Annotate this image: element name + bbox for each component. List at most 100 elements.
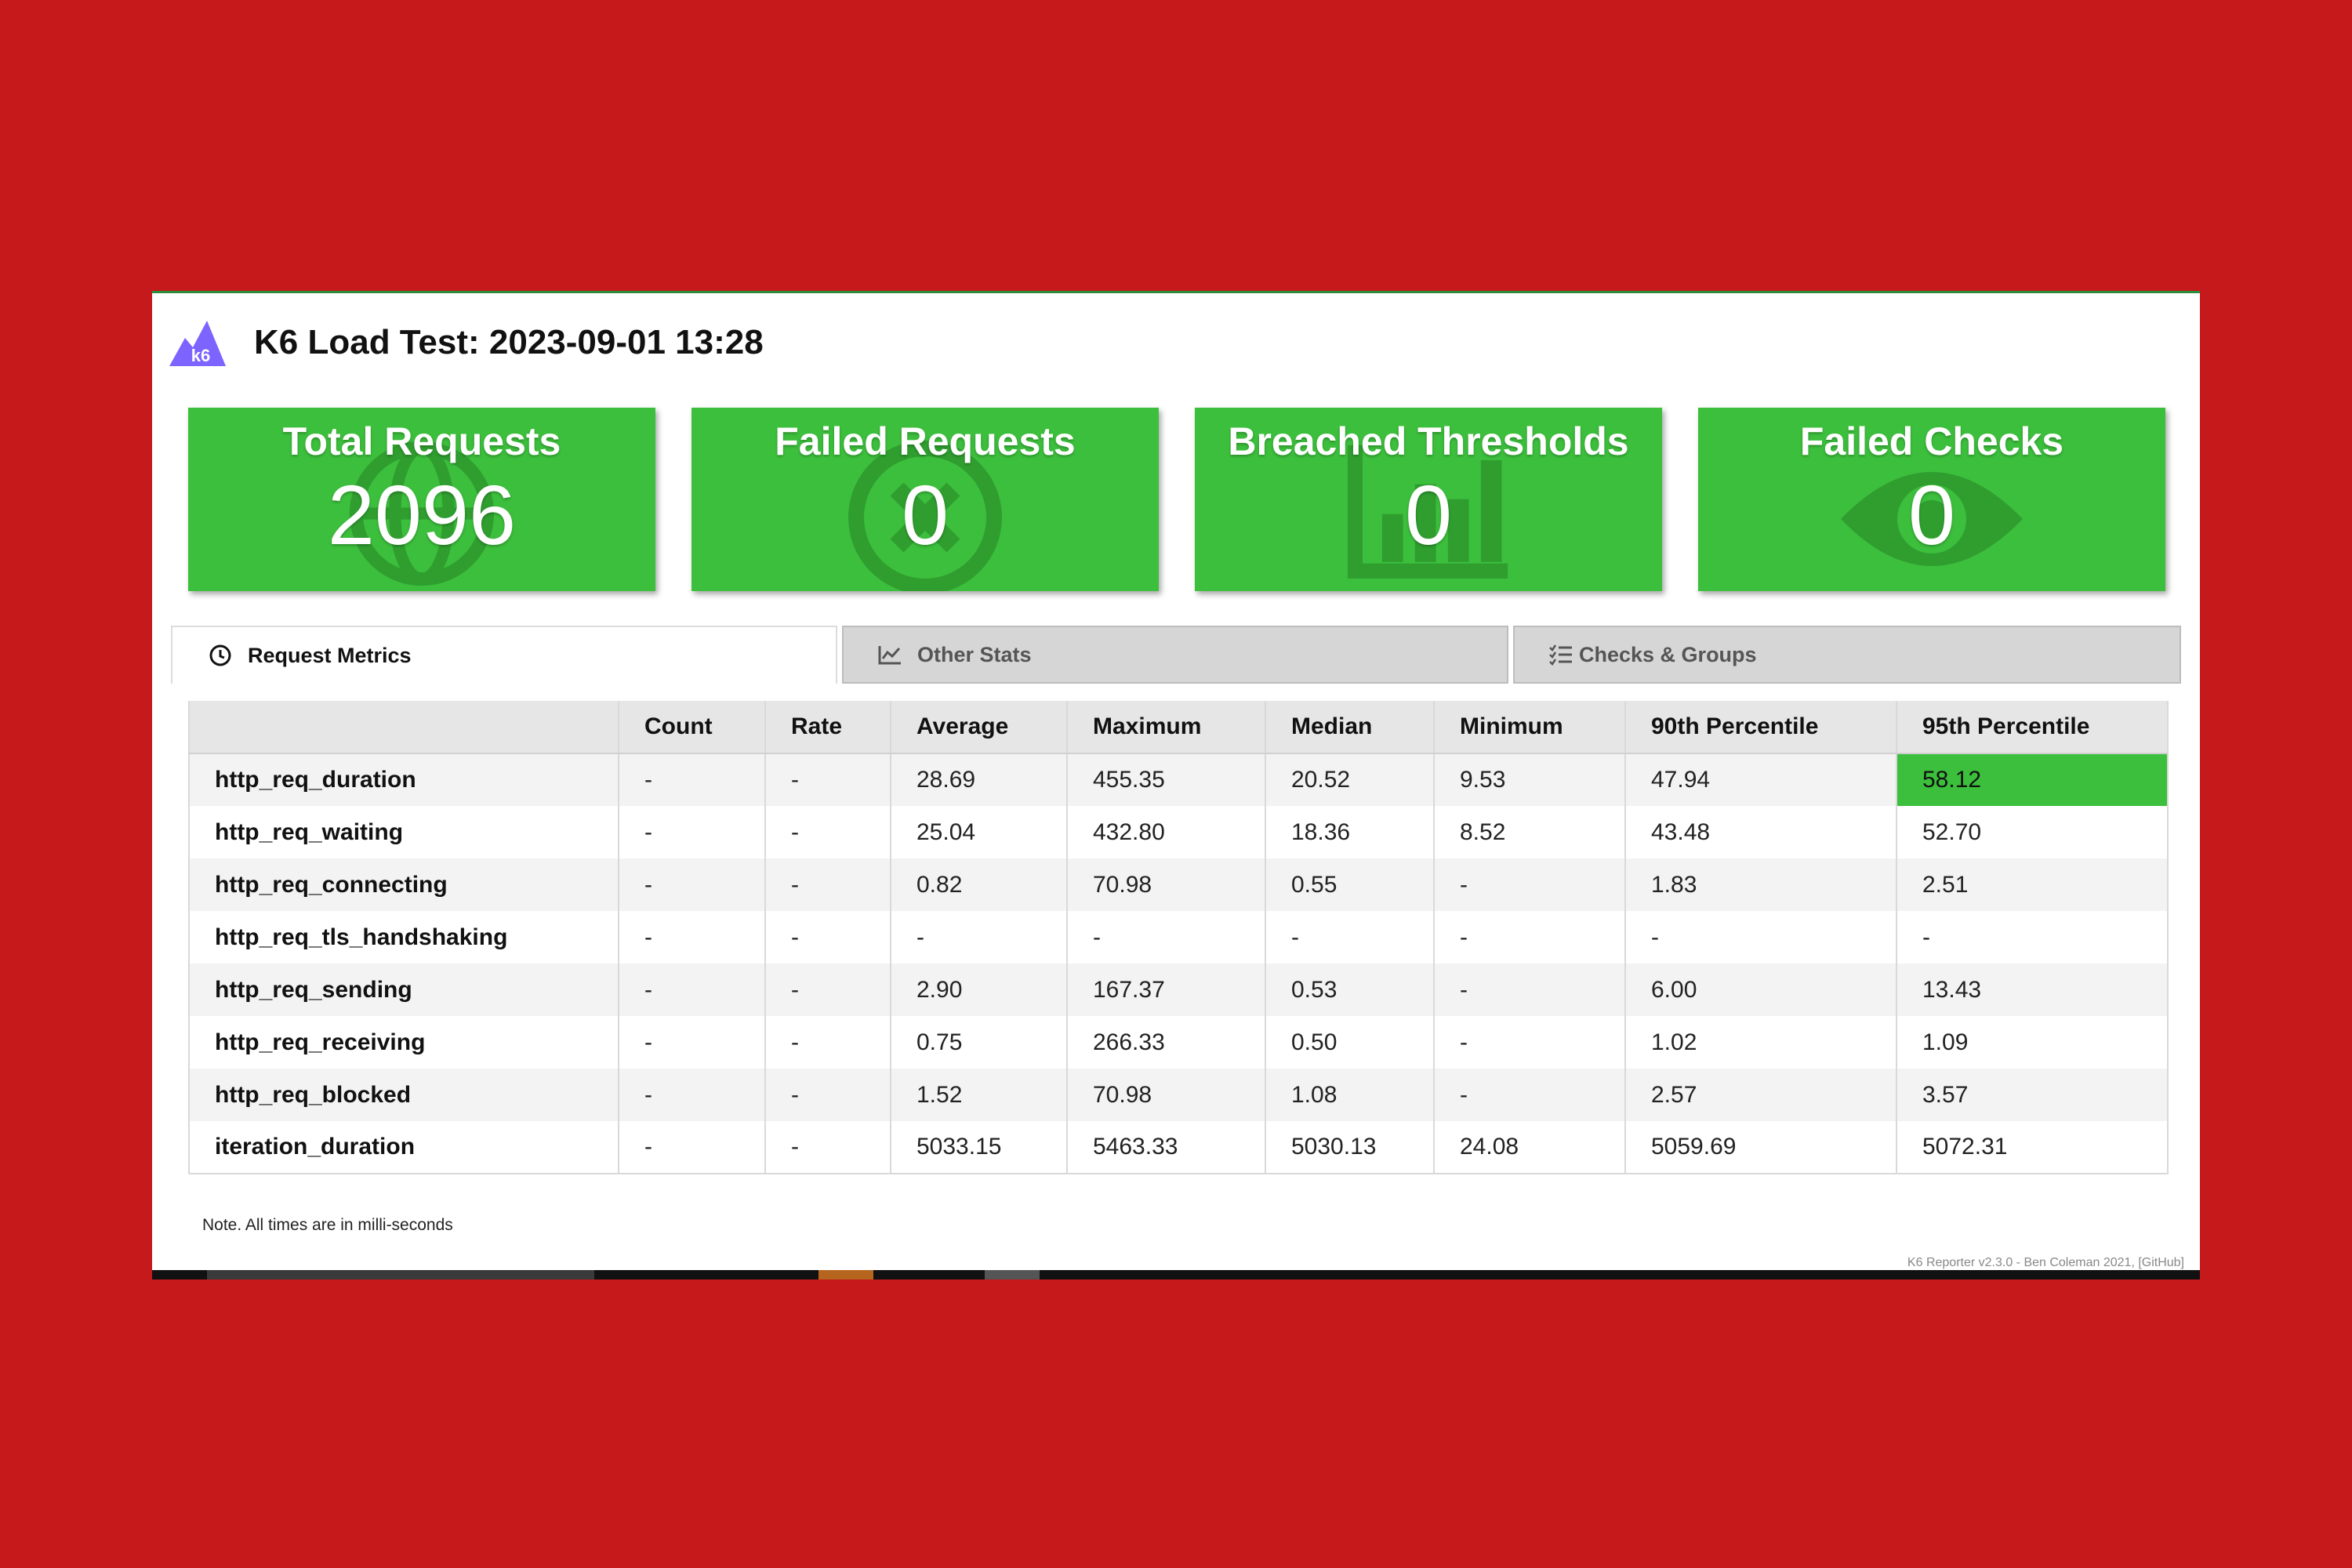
metric-value-cell: 43.48 <box>1624 806 1897 858</box>
metric-value-cell: - <box>1896 911 2169 964</box>
metric-value-cell: 5030.13 <box>1265 1121 1435 1174</box>
metric-value-cell: - <box>764 1016 891 1069</box>
tasks-icon <box>1549 644 1572 666</box>
metric-value-cell: 1.52 <box>890 1069 1068 1121</box>
table-row: http_req_sending - -2.90 167.37 0.53-6.00 13.… <box>188 964 2169 1016</box>
metric-value-cell: - <box>764 1121 891 1174</box>
tab-request-metrics[interactable]: Request Metrics <box>171 626 837 684</box>
metric-value-cell: 70.98 <box>1066 1069 1266 1121</box>
metric-value-cell: 8.52 <box>1433 806 1626 858</box>
metric-value-cell: 6.00 <box>1624 964 1897 1016</box>
metric-value-cell: 0.50 <box>1265 1016 1435 1069</box>
tab-label: Request Metrics <box>248 643 412 667</box>
column-header: Average <box>890 701 1068 754</box>
metric-name-cell: http_req_duration <box>188 753 619 806</box>
metric-name-cell: http_req_tls_handshaking <box>188 911 619 964</box>
metric-value-cell: 20.52 <box>1265 753 1435 806</box>
metric-value-cell: 0.53 <box>1265 964 1435 1016</box>
metric-value-cell: - <box>618 1016 766 1069</box>
card-value: 0 <box>901 467 949 562</box>
metric-value-cell: 2.57 <box>1624 1069 1897 1121</box>
request-metrics-table: Count Rate Average Maximum Median Minimum 90th… <box>188 701 2169 1174</box>
k6-logo-icon: k6 <box>169 321 226 366</box>
column-header: Median <box>1265 701 1435 754</box>
metric-value-cell: 25.04 <box>890 806 1068 858</box>
metric-value-cell: - <box>764 1069 891 1121</box>
report-header: k6 K6 Load Test: 2023-09-01 13:28 <box>169 315 764 370</box>
metric-value-cell: 28.69 <box>890 753 1068 806</box>
card-title: Breached Thresholds <box>1228 419 1629 463</box>
metric-value-cell: - <box>764 806 891 858</box>
metric-value-cell: 5059.69 <box>1624 1121 1897 1174</box>
metric-value-cell: 1.02 <box>1624 1016 1897 1069</box>
card-value: 0 <box>1404 467 1453 562</box>
metric-value-cell: 3.57 <box>1896 1069 2169 1121</box>
metric-name-cell: iteration_duration <box>188 1121 619 1174</box>
table-row: http_req_blocked - -1.52 70.98 1.08-2.57 3.57 <box>188 1069 2169 1121</box>
report-panel: k6 K6 Load Test: 2023-09-01 13:28 Total … <box>152 291 2200 1277</box>
metric-value-cell: 70.98 <box>1066 858 1266 911</box>
metric-value-cell: - <box>618 806 766 858</box>
metric-value-cell: 58.12 <box>1896 753 2169 806</box>
card-value: 0 <box>1907 467 1956 562</box>
tab-label: Checks & Groups <box>1579 642 1757 666</box>
metric-value-cell: - <box>1433 1069 1626 1121</box>
card-total-requests: Total Requests 2096 <box>188 408 655 591</box>
card-title: Failed Checks <box>1799 419 2064 463</box>
table-row: http_req_receiving - -0.75 266.33 0.50-1.02 1… <box>188 1016 2169 1069</box>
metric-value-cell: 266.33 <box>1066 1016 1266 1069</box>
tab-label: Other Stats <box>917 642 1032 666</box>
metric-value-cell: - <box>1433 1016 1626 1069</box>
table-body: http_req_duration - -28.69 455.35 20.52 9.53 4… <box>188 753 2169 1174</box>
metric-value-cell: 1.83 <box>1624 858 1897 911</box>
metric-name-cell: http_req_blocked <box>188 1069 619 1121</box>
chart-line-icon <box>878 646 901 665</box>
metric-value-cell: 24.08 <box>1433 1121 1626 1174</box>
metric-value-cell: 0.55 <box>1265 858 1435 911</box>
metric-value-cell: - <box>618 1121 766 1174</box>
card-value: 2096 <box>327 467 517 562</box>
metric-value-cell: 13.43 <box>1896 964 2169 1016</box>
metric-value-cell: - <box>618 911 766 964</box>
metric-value-cell: - <box>1066 911 1266 964</box>
metric-value-cell: - <box>764 753 891 806</box>
metric-value-cell: 0.75 <box>890 1016 1068 1069</box>
metric-name-cell: http_req_receiving <box>188 1016 619 1069</box>
metric-value-cell: 5463.33 <box>1066 1121 1266 1174</box>
metric-value-cell: 52.70 <box>1896 806 2169 858</box>
tab-checks-groups[interactable]: Checks & Groups <box>1513 626 2181 684</box>
clock-icon <box>209 644 231 666</box>
taskbar-strip <box>152 1270 2200 1279</box>
metric-value-cell: - <box>1433 858 1626 911</box>
metric-value-cell: - <box>764 911 891 964</box>
metric-value-cell: 432.80 <box>1066 806 1266 858</box>
card-title: Total Requests <box>282 419 561 463</box>
metric-value-cell: - <box>890 911 1068 964</box>
metric-name-cell: http_req_sending <box>188 964 619 1016</box>
card-breached-thresholds: Breached Thresholds 0 <box>1195 408 1662 591</box>
card-failed-checks: Failed Checks 0 <box>1698 408 2165 591</box>
metric-value-cell: 0.82 <box>890 858 1068 911</box>
metric-value-cell: 2.51 <box>1896 858 2169 911</box>
column-header: 95th Percentile <box>1896 701 2169 754</box>
metric-value-cell: 1.08 <box>1265 1069 1435 1121</box>
metric-value-cell: - <box>1433 964 1626 1016</box>
metric-name-cell: http_req_waiting <box>188 806 619 858</box>
metric-value-cell: - <box>1265 911 1435 964</box>
summary-cards: Total Requests 2096 Failed Requests 0 Br… <box>188 408 2167 591</box>
metric-value-cell: - <box>1433 911 1626 964</box>
metric-name-cell: http_req_connecting <box>188 858 619 911</box>
column-header: Maximum <box>1066 701 1266 754</box>
table-row: iteration_duration - -5033.15 5463.33 5030.1… <box>188 1121 2169 1174</box>
footer-credit[interactable]: K6 Reporter v2.3.0 - Ben Coleman 2021, [… <box>1907 1256 2184 1270</box>
table-header-row: Count Rate Average Maximum Median Minimum 90th… <box>188 701 2169 754</box>
metric-value-cell: - <box>618 964 766 1016</box>
metric-value-cell: - <box>618 1069 766 1121</box>
metric-value-cell: 5072.31 <box>1896 1121 2169 1174</box>
tab-other-stats[interactable]: Other Stats <box>842 626 1508 684</box>
metric-value-cell: 5033.15 <box>890 1121 1068 1174</box>
table-row: http_req_connecting - -0.82 70.98 0.55-1.83 2… <box>188 858 2169 911</box>
metric-value-cell: 18.36 <box>1265 806 1435 858</box>
column-header-metric <box>188 701 619 754</box>
metric-value-cell: - <box>1624 911 1897 964</box>
